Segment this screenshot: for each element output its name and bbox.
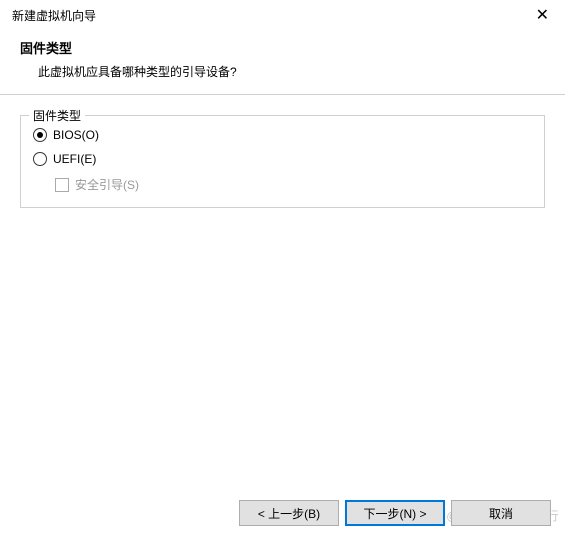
checkbox-secure-boot: 安全引导(S): [55, 176, 532, 193]
next-button[interactable]: 下一步(N) >: [345, 500, 445, 526]
radio-uefi-label: UEFI(E): [53, 152, 96, 166]
radio-icon: [33, 152, 47, 166]
checkbox-icon: [55, 178, 69, 192]
cancel-button[interactable]: 取消: [451, 500, 551, 526]
wizard-footer: < 上一步(B) 下一步(N) > 取消: [239, 500, 551, 526]
radio-bios-label: BIOS(O): [53, 128, 99, 142]
checkbox-secure-boot-label: 安全引导(S): [75, 176, 139, 193]
wizard-header: 固件类型 此虚拟机应具备哪种类型的引导设备?: [0, 30, 565, 94]
page-title: 固件类型: [20, 38, 545, 57]
group-label: 固件类型: [29, 107, 85, 124]
radio-bios[interactable]: BIOS(O): [33, 128, 532, 142]
radio-icon: [33, 128, 47, 142]
close-icon[interactable]: ✕: [532, 5, 553, 25]
window-title: 新建虚拟机向导: [12, 7, 96, 24]
back-button[interactable]: < 上一步(B): [239, 500, 339, 526]
radio-uefi[interactable]: UEFI(E): [33, 152, 532, 166]
titlebar: 新建虚拟机向导 ✕: [0, 0, 565, 30]
page-subtitle: 此虚拟机应具备哪种类型的引导设备?: [38, 63, 545, 80]
firmware-type-group: 固件类型 BIOS(O) UEFI(E) 安全引导(S): [20, 115, 545, 208]
wizard-content: 固件类型 BIOS(O) UEFI(E) 安全引导(S): [0, 95, 565, 220]
